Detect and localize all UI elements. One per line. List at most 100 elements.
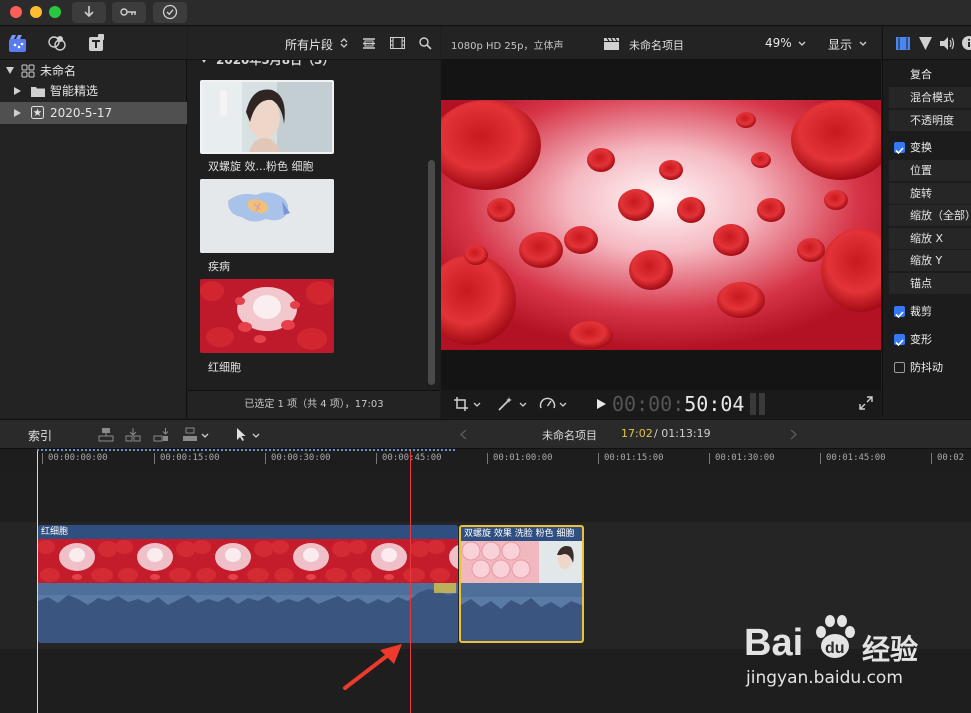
title-bar — [0, 0, 971, 26]
disclosure-closed-icon[interactable] — [14, 109, 21, 117]
inspector-section-transform[interactable]: 变换 — [889, 137, 971, 159]
chevron-down-icon[interactable] — [798, 41, 806, 46]
inspector-label: 锚点 — [910, 277, 932, 290]
checkmark-icon — [895, 147, 904, 155]
history-forward-icon[interactable] — [790, 429, 797, 440]
viewer-frame[interactable] — [441, 100, 881, 350]
magic-wand-icon[interactable] — [497, 396, 514, 412]
face-preview-image — [202, 82, 332, 152]
ruler-label: 00:01:45:00 — [826, 453, 886, 463]
timeline-clip-selected[interactable]: 双螺旋 效果 洗脸 粉色 细胞 — [459, 525, 584, 643]
transform-checkbox[interactable] — [894, 142, 905, 155]
background-tasks-button[interactable] — [153, 2, 187, 23]
filmstrip-view-icon[interactable] — [390, 37, 405, 49]
browser-clip-thumbnail[interactable] — [200, 80, 334, 154]
library-item-smart-collections[interactable]: 智能精选 — [0, 80, 187, 102]
chevron-down-icon[interactable] — [252, 433, 260, 438]
overwrite-clip-icon[interactable] — [182, 427, 198, 442]
browser-clip-label: 双螺旋 效...粉色 细胞 — [208, 160, 314, 173]
inspector-panel: 复合 混合模式 不透明度 变换 位置 旋转 缩放（全部） 缩放 X 缩放 Y 锚… — [882, 60, 971, 418]
viewer-timecode: 00:00:50:04 — [612, 392, 744, 416]
checkmark-icon — [895, 339, 904, 347]
library-grid-icon — [21, 64, 35, 78]
append-clip-icon[interactable] — [153, 427, 169, 442]
disclosure-closed-icon[interactable] — [14, 87, 21, 95]
chevron-down-icon[interactable] — [201, 433, 209, 438]
library-item-event-2020-5-17[interactable]: 2020-5-17 — [0, 102, 187, 124]
import-icon — [84, 6, 94, 18]
viewer-toolbar: 1080p HD 25p，立体声 未命名项目 49% 显示 — [441, 27, 881, 60]
chevron-updown-icon[interactable] — [340, 37, 348, 49]
inspector-section-crop[interactable]: 裁剪 — [889, 301, 971, 323]
stabilization-checkbox[interactable] — [894, 362, 905, 373]
clip-filter-menu[interactable]: 所有片段 — [285, 36, 333, 53]
inspector-row-scale-y[interactable]: 缩放 Y — [889, 250, 971, 271]
browser-clip-thumbnail[interactable] — [200, 279, 334, 353]
crop-icon[interactable] — [453, 396, 469, 412]
inspector-label: 缩放（全部） — [910, 209, 971, 222]
zoom-window-button[interactable] — [49, 6, 61, 18]
browser-clip-thumbnail[interactable] — [200, 179, 334, 253]
inspector-row-anchor[interactable]: 锚点 — [889, 273, 971, 294]
audio-inspector-icon[interactable] — [940, 37, 956, 50]
fullscreen-icon[interactable] — [859, 396, 873, 410]
inspector-row-blend-mode[interactable]: 混合模式 — [889, 87, 971, 108]
timeline-clip[interactable]: 红细胞 — [38, 525, 458, 643]
distort-checkbox[interactable] — [894, 334, 905, 347]
chevron-down-icon[interactable] — [519, 402, 527, 407]
titles-icon[interactable] — [86, 34, 106, 53]
list-view-icon[interactable] — [362, 38, 376, 49]
inspector-section-stabilization[interactable]: 防抖动 — [889, 357, 971, 379]
browser-clips: 2020年5月8日（3） 双螺旋 效...粉色 细胞 疾病 红细胞 — [188, 60, 440, 390]
disclosure-open-icon[interactable] — [200, 60, 208, 63]
library-item-untitled[interactable]: 未命名 — [0, 60, 187, 82]
browser-scrollbar[interactable] — [428, 160, 435, 385]
info-inspector-icon[interactable] — [962, 36, 971, 50]
format-info: 1080p HD 25p，立体声 — [451, 41, 564, 52]
chevron-down-icon[interactable] — [859, 41, 867, 46]
chevron-down-icon[interactable] — [473, 402, 481, 407]
clip-title: 红细胞 — [38, 525, 458, 539]
minimize-window-button[interactable] — [30, 6, 42, 18]
inspector-row-rotation[interactable]: 旋转 — [889, 183, 971, 204]
inspector-row-scale-x[interactable]: 缩放 X — [889, 228, 971, 249]
connect-clip-icon[interactable] — [98, 427, 114, 442]
select-tool-icon[interactable] — [234, 427, 250, 442]
close-window-button[interactable] — [10, 6, 22, 18]
inspector-label: 裁剪 — [910, 305, 932, 318]
ruler-label: 00:01:00:00 — [493, 453, 553, 463]
inspector-row-position[interactable]: 位置 — [889, 160, 971, 181]
search-icon[interactable] — [419, 37, 432, 50]
timeline-index-button[interactable]: 索引 — [28, 427, 52, 444]
insert-clip-icon[interactable] — [125, 427, 141, 442]
keywords-button[interactable] — [112, 2, 146, 23]
inspector-row-scale-all[interactable]: 缩放（全部） — [889, 205, 971, 226]
key-icon — [120, 8, 136, 16]
history-back-icon[interactable] — [460, 429, 467, 440]
chevron-down-icon[interactable] — [559, 402, 567, 407]
inspector-row-opacity[interactable]: 不透明度 — [889, 110, 971, 131]
video-inspector-icon[interactable] — [896, 37, 910, 50]
disclosure-open-icon[interactable] — [6, 67, 14, 74]
browser-clip-label: 红细胞 — [208, 361, 241, 374]
ruler-label: 00:01:30:00 — [715, 453, 775, 463]
timeline-playhead[interactable] — [410, 451, 411, 713]
audio-meter-right — [759, 393, 765, 415]
crop-checkbox[interactable] — [894, 306, 905, 319]
inspector-section-compositing: 复合 — [889, 64, 971, 86]
libraries-icon[interactable] — [8, 34, 28, 53]
inspector-label: 防抖动 — [910, 361, 943, 374]
browser-clip-label: 疾病 — [208, 260, 230, 273]
import-button[interactable] — [72, 2, 106, 23]
zoom-menu[interactable]: 49% — [765, 36, 792, 50]
view-menu[interactable]: 显示 — [828, 36, 852, 53]
ruler-label: 00:00:00:00 — [48, 453, 108, 463]
browser-toolbar: 所有片段 — [188, 27, 440, 60]
clip-title: 双螺旋 效果 洗脸 粉色 细胞 — [461, 527, 582, 541]
photos-music-icon[interactable] — [47, 34, 67, 53]
speedometer-icon[interactable] — [539, 396, 556, 411]
color-inspector-icon[interactable] — [919, 37, 932, 50]
inspector-label: 位置 — [910, 164, 932, 177]
play-icon[interactable] — [596, 398, 607, 410]
inspector-section-distort[interactable]: 变形 — [889, 329, 971, 351]
